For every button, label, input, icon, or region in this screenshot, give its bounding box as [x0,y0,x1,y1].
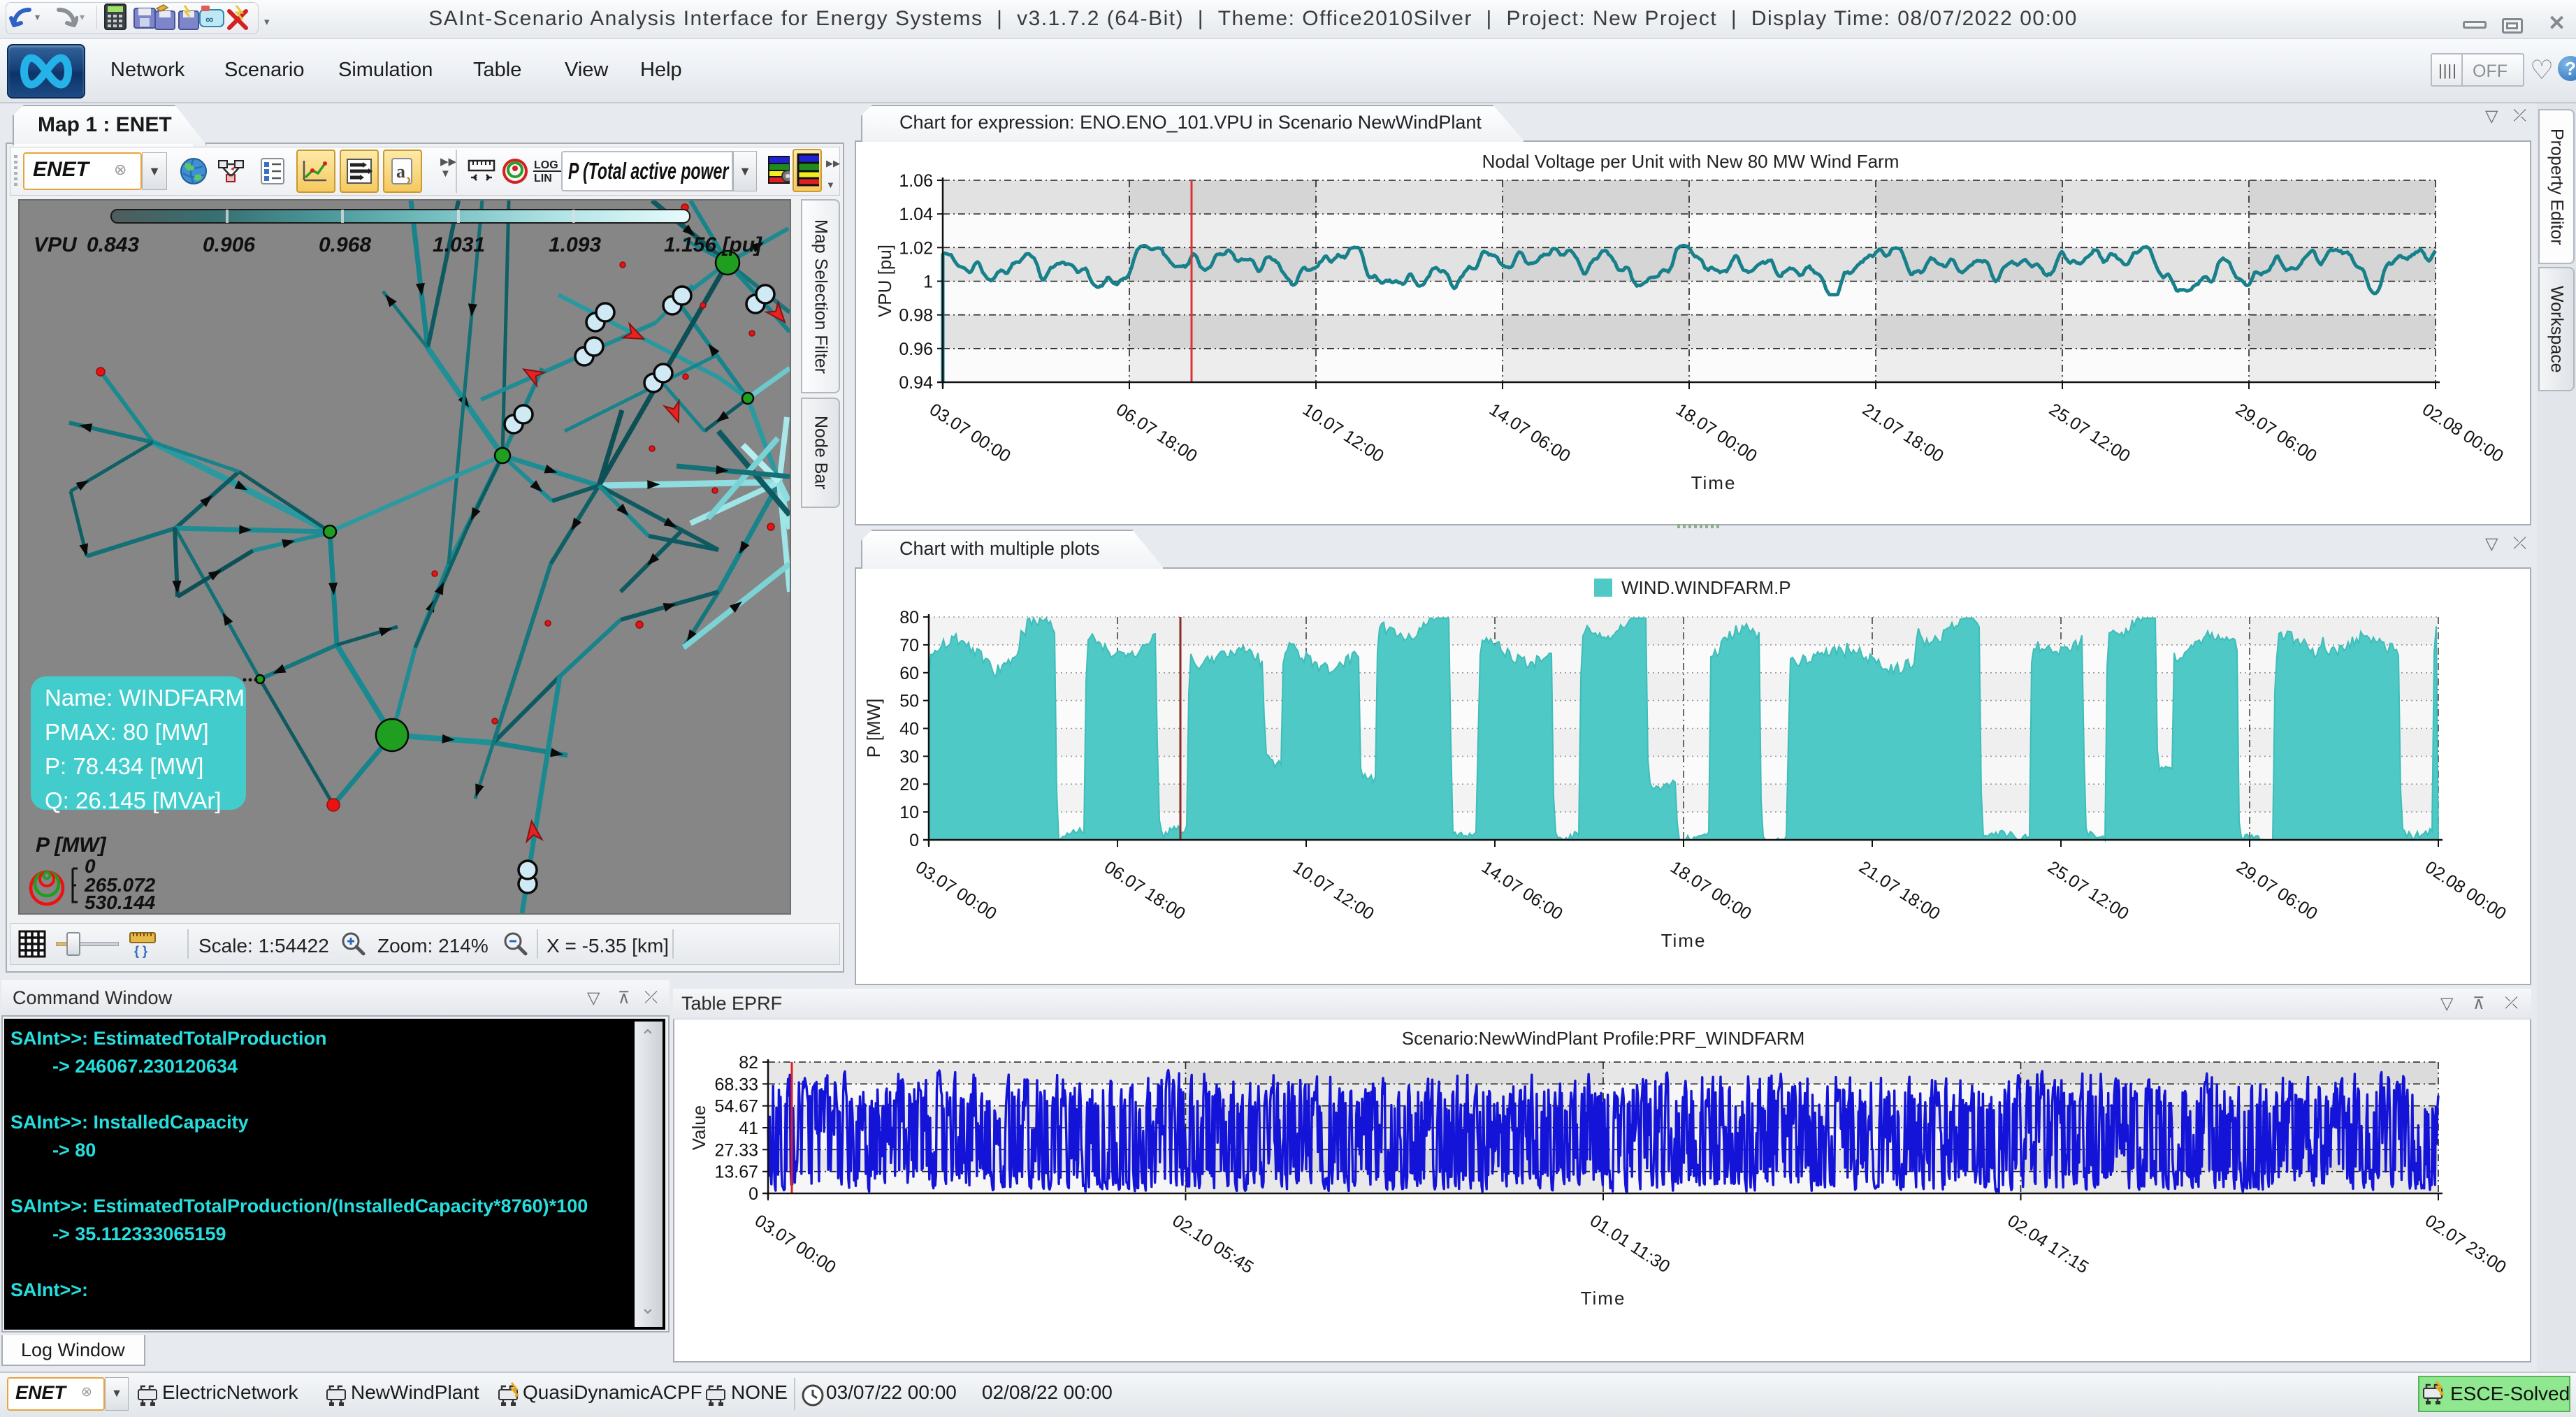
svg-text:Nodal Voltage per Unit with Ne: Nodal Voltage per Unit with New 80 MW Wi… [1482,151,1900,172]
svg-text:80: 80 [899,608,919,627]
svg-text:P [MW]: P [MW] [863,699,884,758]
svg-text:14.07 06:00: 14.07 06:00 [1486,400,1574,466]
svg-text:25.07 12:00: 25.07 12:00 [2044,857,2132,924]
svg-text:41: 41 [739,1119,758,1138]
svg-text:40: 40 [899,720,919,739]
svg-text:54.67: 54.67 [714,1097,758,1117]
svg-text:29.07 06:00: 29.07 06:00 [2232,400,2320,466]
svg-text:0.98: 0.98 [899,306,933,326]
svg-text:70: 70 [899,636,919,655]
svg-text:06.07 18:00: 06.07 18:00 [1113,400,1201,466]
svg-text:02.08 00:00: 02.08 00:00 [2419,400,2507,466]
svg-text:02.04 17:15: 02.04 17:15 [2004,1211,2092,1277]
svg-text:0.96: 0.96 [899,340,933,359]
svg-text:50: 50 [899,692,919,711]
svg-text:60: 60 [899,664,919,683]
svg-text:10.07 12:00: 10.07 12:00 [1289,857,1377,924]
svg-text:68.33: 68.33 [714,1075,758,1094]
svg-text:25.07 12:00: 25.07 12:00 [2046,400,2134,466]
svg-text:21.07 18:00: 21.07 18:00 [1855,857,1944,924]
svg-text:03.07 00:00: 03.07 00:00 [751,1211,839,1277]
svg-text:1.06: 1.06 [899,171,933,191]
svg-text:20: 20 [899,775,919,794]
svg-text:1.02: 1.02 [899,238,933,258]
svg-text:18.07 00:00: 18.07 00:00 [1672,400,1760,466]
svg-text:03.07 00:00: 03.07 00:00 [912,857,1000,924]
svg-text:27.33: 27.33 [714,1140,758,1160]
svg-text:13.67: 13.67 [714,1163,758,1182]
svg-text:0: 0 [748,1184,758,1204]
svg-text:03.07 00:00: 03.07 00:00 [926,400,1014,466]
svg-text:Scenario:NewWindPlant Profile:: Scenario:NewWindPlant Profile:PRF_WINDFA… [1402,1028,1805,1049]
svg-text:02.10 05:45: 02.10 05:45 [1169,1211,1257,1277]
svg-text:30: 30 [899,747,919,766]
svg-text:Time: Time [1661,930,1707,951]
svg-text:29.07 06:00: 29.07 06:00 [2233,857,2321,924]
svg-text:02.08 00:00: 02.08 00:00 [2422,857,2510,924]
svg-text:01.01 11:30: 01.01 11:30 [1586,1211,1673,1277]
svg-text:VPU [pu]: VPU [pu] [874,245,895,317]
svg-text:1.04: 1.04 [899,205,933,224]
svg-text:Value: Value [688,1105,709,1151]
svg-text:14.07 06:00: 14.07 06:00 [1478,857,1566,924]
svg-text:Time: Time [1691,472,1737,493]
svg-text:18.07 00:00: 18.07 00:00 [1667,857,1755,924]
svg-text:10.07 12:00: 10.07 12:00 [1299,400,1387,466]
svg-text:Time: Time [1581,1288,1626,1309]
svg-text:02.07 23:00: 02.07 23:00 [2422,1211,2510,1277]
svg-text:WIND.WINDFARM.P: WIND.WINDFARM.P [1621,577,1791,598]
svg-text:10: 10 [899,803,919,822]
svg-text:0: 0 [909,831,919,850]
svg-text:06.07 18:00: 06.07 18:00 [1101,857,1189,924]
svg-text:0.94: 0.94 [899,373,933,393]
svg-text:1: 1 [923,272,933,292]
svg-text:82: 82 [739,1053,758,1073]
svg-text:21.07 18:00: 21.07 18:00 [1859,400,1947,466]
